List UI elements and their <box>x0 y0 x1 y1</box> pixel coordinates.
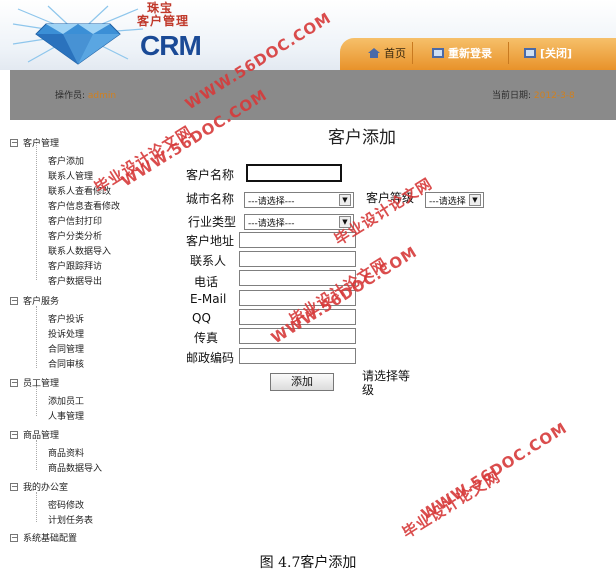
home-button[interactable]: 首页 <box>368 42 406 64</box>
relogin-icon <box>432 48 444 58</box>
sidebar-item[interactable]: 合同审核 <box>48 357 84 370</box>
tree-line <box>36 142 37 280</box>
tree-line <box>36 386 37 416</box>
level-select-value: ---请选择 <box>429 196 466 207</box>
zip-label: 邮政编码 <box>186 351 235 365</box>
sidebar-item[interactable]: 客户信息查看修改 <box>48 199 120 212</box>
home-icon <box>368 48 380 58</box>
collapse-icon: − <box>10 532 18 542</box>
sidebar-section-customer[interactable]: − 客户管理 <box>10 136 59 149</box>
contact-input[interactable] <box>239 251 356 267</box>
tree-line <box>36 306 37 368</box>
sidebar-section-config[interactable]: − 系统基础配置 <box>10 531 77 544</box>
relogin-label: 重新登录 <box>448 47 492 60</box>
fax-label: 传真 <box>194 331 219 345</box>
section-label: 系统基础配置 <box>23 534 78 544</box>
city-select-value: ---请选择--- <box>248 196 295 207</box>
sidebar-section-product[interactable]: − 商品管理 <box>10 428 59 441</box>
chevron-down-icon: ▼ <box>339 194 351 206</box>
collapse-icon: − <box>10 481 18 491</box>
close-label: [关闭] <box>540 47 573 60</box>
level-select[interactable]: ---请选择 ▼ <box>425 192 484 208</box>
relogin-button[interactable]: 重新登录 <box>432 42 492 64</box>
sidebar-section-staff[interactable]: − 员工管理 <box>10 376 59 389</box>
logo-title-cn: 珠宝 客户管理 <box>137 2 189 28</box>
customer-name-input[interactable] <box>246 164 342 182</box>
nav-divider <box>412 42 413 64</box>
sidebar-section-office[interactable]: − 我的办公室 <box>10 480 68 493</box>
email-label: E-Mail <box>190 292 227 306</box>
customer-name-label: 客户名称 <box>186 168 235 182</box>
sidebar-item[interactable]: 联系人管理 <box>48 169 93 182</box>
date-label: 当前日期: <box>492 91 532 101</box>
current-date: 当前日期: 2012-3-8 <box>492 88 575 101</box>
date-value: 2012-3-8 <box>533 91 575 101</box>
sidebar-item[interactable]: 商品数据导入 <box>48 461 102 474</box>
sidebar-item[interactable]: 合同管理 <box>48 342 84 355</box>
add-button[interactable]: 添加 <box>270 373 334 391</box>
sidebar-item[interactable]: 计划任务表 <box>48 513 93 526</box>
section-label: 客户服务 <box>23 297 60 307</box>
industry-label: 行业类型 <box>188 215 237 229</box>
industry-select-value: ---请选择--- <box>248 218 295 229</box>
city-select[interactable]: ---请选择--- ▼ <box>244 192 354 208</box>
sidebar-item[interactable]: 商品资料 <box>48 446 84 459</box>
section-label: 商品管理 <box>23 431 60 441</box>
sidebar-item[interactable]: 客户投诉 <box>48 312 84 325</box>
validation-hint: 请选择等级 <box>362 369 411 397</box>
figure-caption: 图 4.7客户添加 <box>259 555 357 571</box>
sidebar-item[interactable]: 密码修改 <box>48 498 84 511</box>
close-icon <box>524 48 536 58</box>
sidebar-item[interactable]: 客户信封打印 <box>48 214 102 227</box>
sidebar-item[interactable]: 添加员工 <box>48 394 84 407</box>
sidebar-item[interactable]: 客户添加 <box>48 154 84 167</box>
tree-line <box>36 440 37 470</box>
close-button[interactable]: [关闭] <box>524 42 572 64</box>
section-label: 客户管理 <box>23 139 60 149</box>
sidebar-item[interactable]: 联系人数据导入 <box>48 244 111 257</box>
contact-label: 联系人 <box>190 254 227 268</box>
logo-crm: CRM <box>140 30 202 61</box>
chevron-down-icon: ▼ <box>469 194 481 206</box>
sidebar-section-service[interactable]: − 客户服务 <box>10 294 59 307</box>
collapse-icon: − <box>10 137 18 147</box>
address-label: 客户地址 <box>186 234 235 248</box>
city-label: 城市名称 <box>186 192 235 206</box>
sidebar-item[interactable]: 客户分类分析 <box>48 229 102 242</box>
operator-info: 操作员: admin <box>55 88 116 101</box>
section-label: 我的办公室 <box>23 483 69 493</box>
collapse-icon: − <box>10 429 18 439</box>
zip-input[interactable] <box>239 348 356 364</box>
nav-divider <box>508 42 509 64</box>
home-label: 首页 <box>384 47 406 60</box>
tree-line <box>36 492 37 522</box>
collapse-icon: − <box>10 295 18 305</box>
sidebar-item[interactable]: 客户跟踪拜访 <box>48 259 102 272</box>
sidebar-item[interactable]: 投诉处理 <box>48 327 84 340</box>
qq-label: QQ <box>192 311 211 325</box>
section-label: 员工管理 <box>23 379 60 389</box>
collapse-icon: − <box>10 377 18 387</box>
sidebar-item[interactable]: 客户数据导出 <box>48 274 102 287</box>
sidebar-item[interactable]: 人事管理 <box>48 409 84 422</box>
operator-value: admin <box>87 91 117 101</box>
phone-label: 电话 <box>194 275 219 289</box>
logo-line2: 客户管理 <box>137 14 190 28</box>
page-title: 客户添加 <box>328 128 396 148</box>
operator-label: 操作员: <box>55 91 86 101</box>
watermark: 毕业设计论文网 <box>399 467 504 542</box>
watermark: 毕业设计论文网 <box>331 174 436 249</box>
